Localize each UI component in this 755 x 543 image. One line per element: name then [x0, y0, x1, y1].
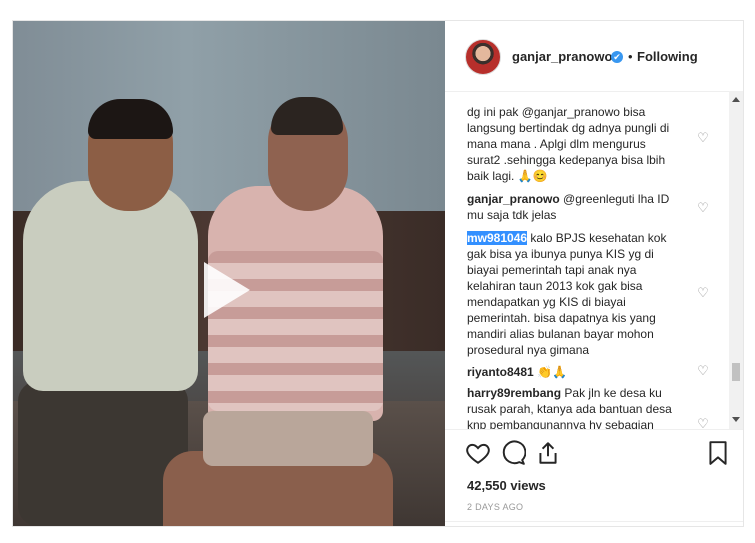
comment-like-heart-icon[interactable]: ♡ — [696, 201, 710, 215]
scroll-down-arrow-icon[interactable] — [732, 417, 740, 422]
comment-text: kalo BPJS kesehatan kok gak bisa ya ibun… — [467, 231, 667, 357]
scroll-up-arrow-icon[interactable] — [732, 97, 740, 102]
play-icon[interactable] — [204, 262, 250, 318]
view-count[interactable]: 42,550 views — [467, 478, 546, 493]
avatar[interactable] — [465, 39, 501, 75]
comment-item: riyanto8481 👏🙏 — [467, 364, 679, 380]
comment-like-heart-icon[interactable]: ♡ — [696, 364, 710, 378]
separator-dot: • — [628, 49, 633, 64]
scroll-thumb[interactable] — [732, 363, 740, 381]
comment-item: harry89rembang Pak jln ke desa ku rusak … — [467, 385, 679, 429]
comments-scrollbar[interactable] — [729, 91, 743, 429]
bookmark-icon[interactable] — [705, 440, 731, 466]
share-icon[interactable] — [535, 440, 561, 466]
comment-like-heart-icon[interactable]: ♡ — [696, 286, 710, 300]
comment-author[interactable]: riyanto8481 — [467, 365, 534, 379]
post-timestamp[interactable]: 2 DAYS AGO — [467, 502, 523, 512]
comment-item: mw981046 kalo BPJS kesehatan kok gak bis… — [467, 230, 679, 358]
video-player[interactable] — [13, 21, 445, 526]
comment-item: ganjar_pranowo @greenleguti lha ID mu sa… — [467, 191, 679, 223]
divider — [445, 521, 743, 522]
post-sidebar: ganjar_pranowo ✔ • Following dg ini pak … — [445, 21, 743, 526]
instagram-post: ganjar_pranowo ✔ • Following dg ini pak … — [12, 20, 744, 527]
comment-text: dg ini pak @ganjar_pranowo bisa langsung… — [467, 105, 670, 183]
post-actions: 42,550 views 2 DAYS AGO — [445, 429, 743, 526]
man-left-hair — [88, 99, 173, 139]
comment-text: 👏🙏 — [537, 365, 567, 379]
following-button[interactable]: Following — [637, 49, 698, 64]
comment-icon[interactable] — [500, 440, 526, 466]
username-link[interactable]: ganjar_pranowo — [512, 49, 612, 64]
comment-item: dg ini pak @ganjar_pranowo bisa langsung… — [467, 104, 679, 184]
comment-like-heart-icon[interactable]: ♡ — [696, 417, 710, 430]
comment-author[interactable]: mw981046 — [467, 231, 528, 245]
comments-list[interactable]: dg ini pak @ganjar_pranowo bisa langsung… — [445, 91, 743, 429]
comment-author[interactable]: harry89rembang — [467, 386, 561, 400]
man-left-shirt — [23, 181, 198, 391]
comment-like-heart-icon[interactable]: ♡ — [696, 131, 710, 145]
verified-icon: ✔ — [611, 51, 623, 63]
heart-icon[interactable] — [465, 440, 491, 466]
post-header: ganjar_pranowo ✔ • Following — [445, 21, 743, 92]
man-right-shorts — [203, 411, 373, 466]
comment-author[interactable]: ganjar_pranowo — [467, 192, 560, 206]
